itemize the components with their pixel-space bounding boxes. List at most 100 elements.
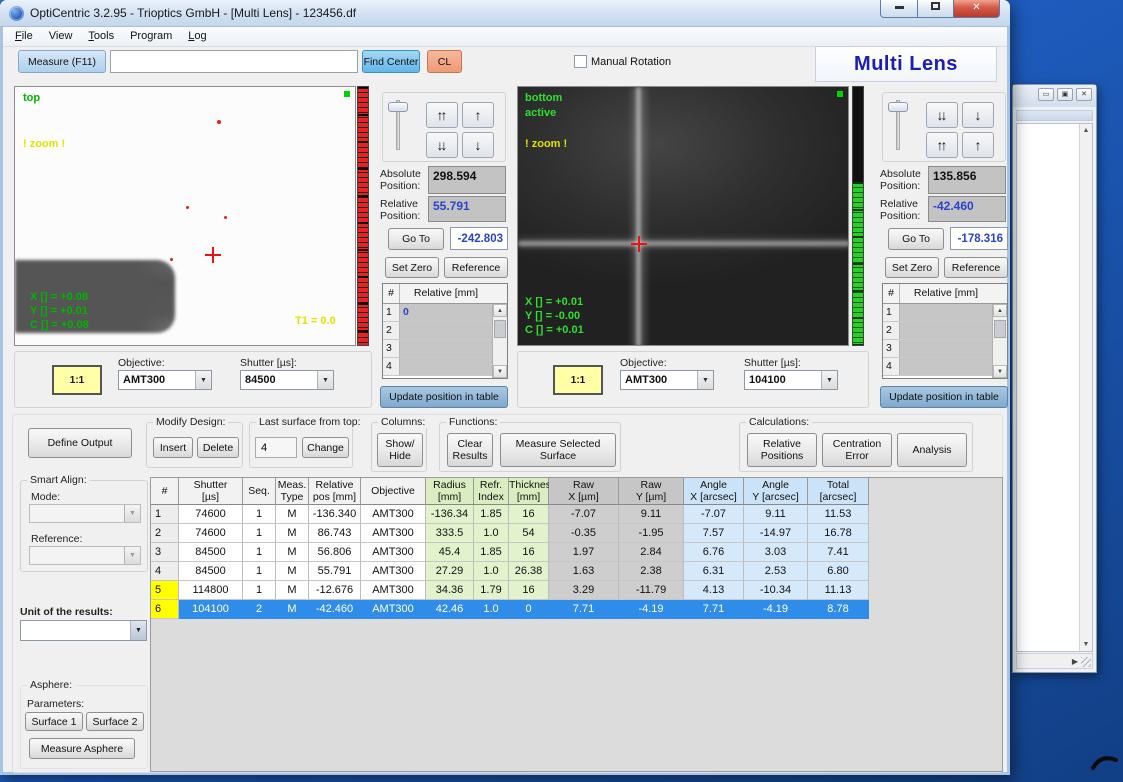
table-cell[interactable]: 2.53 — [744, 562, 808, 581]
table-cell[interactable]: 5 — [151, 581, 179, 600]
surface2-button[interactable]: Surface 2 — [86, 712, 144, 731]
table-cell[interactable]: 86.743 — [309, 524, 361, 543]
set-zero-button-left[interactable]: Set Zero — [385, 257, 439, 278]
table-cell[interactable]: 45.4 — [426, 543, 474, 562]
close-button[interactable]: ✕ — [954, 0, 1000, 18]
table-cell[interactable]: M — [276, 581, 309, 600]
table-cell[interactable]: 1.63 — [549, 562, 619, 581]
jog-up-button[interactable]: ↑ — [962, 132, 994, 158]
table-cell[interactable]: -4.19 — [744, 600, 808, 619]
table-cell[interactable]: 1.0 — [474, 562, 509, 581]
close-icon[interactable]: ✕ — [1076, 88, 1092, 101]
table-cell[interactable]: -136.34 — [426, 505, 474, 524]
table-cell[interactable]: 104100 — [179, 600, 243, 619]
relative-positions-button[interactable]: Relative Positions — [747, 433, 817, 467]
table-cell[interactable]: 16 — [509, 581, 549, 600]
measure-button[interactable]: Measure (F11) — [18, 50, 106, 73]
table-row[interactable]: 2746001M86.743AMT300333.51.054-0.35-1.95… — [151, 524, 869, 543]
table-cell[interactable]: 333.5 — [426, 524, 474, 543]
maximize-button[interactable] — [918, 0, 954, 18]
jog-down-fast-button[interactable]: ↓↓ — [926, 102, 958, 128]
goto-button-right[interactable]: Go To — [888, 228, 944, 250]
table-cell[interactable]: -1.95 — [619, 524, 684, 543]
jog-up-fast-button[interactable]: ↑↑ — [426, 102, 458, 128]
objective-select-right[interactable]: AMT300▼ — [620, 370, 714, 390]
relative-row[interactable]: 3 — [883, 340, 992, 358]
shutter-select-right[interactable]: 104100▼ — [744, 370, 838, 390]
table-cell[interactable]: 74600 — [179, 524, 243, 543]
table-cell[interactable]: 1.85 — [474, 505, 509, 524]
camera-view-bottom[interactable]: bottom active ! zoom ! X [] = +0.01 Y []… — [517, 86, 849, 346]
table-row[interactable]: 3845001M56.806AMT30045.41.85161.972.846.… — [151, 543, 869, 562]
relative-row[interactable]: 10 — [383, 304, 492, 322]
table-cell[interactable]: 27.29 — [426, 562, 474, 581]
table-cell[interactable]: -12.676 — [309, 581, 361, 600]
insert-button[interactable]: Insert — [153, 437, 193, 458]
table-cell[interactable]: -7.07 — [684, 505, 744, 524]
scroll-thumb[interactable] — [494, 320, 506, 338]
relative-row[interactable]: 4 — [883, 358, 992, 376]
measure-input[interactable] — [110, 50, 358, 73]
table-cell[interactable]: 1.85 — [474, 543, 509, 562]
table-cell[interactable]: 1 — [243, 524, 276, 543]
table-cell[interactable]: 11.13 — [808, 581, 869, 600]
table-cell[interactable]: 1 — [151, 505, 179, 524]
table-cell[interactable]: 1.0 — [474, 600, 509, 619]
relative-row[interactable]: 1 — [883, 304, 992, 322]
change-button[interactable]: Change — [302, 437, 349, 458]
scroll-thumb[interactable] — [994, 320, 1006, 338]
table-row[interactable]: 51148001M-12.676AMT30034.361.79163.29-11… — [151, 581, 869, 600]
relative-row[interactable]: 2 — [883, 322, 992, 340]
table-cell[interactable]: -42.460 — [309, 600, 361, 619]
table-cell[interactable]: -0.35 — [549, 524, 619, 543]
table-cell[interactable]: 3 — [151, 543, 179, 562]
table-cell[interactable]: 3.29 — [549, 581, 619, 600]
table-cell[interactable]: 1.79 — [474, 581, 509, 600]
table-cell[interactable]: 16.78 — [808, 524, 869, 543]
scroll-down-icon[interactable]: ▼ — [493, 365, 507, 378]
mode-select[interactable]: ▼ — [29, 504, 141, 523]
table-row[interactable]: 1746001M-136.340AMT300-136.341.8516-7.07… — [151, 505, 869, 524]
table-cell[interactable]: AMT300 — [361, 562, 426, 581]
jog-down-button[interactable]: ↓ — [962, 102, 994, 128]
table-cell[interactable]: M — [276, 543, 309, 562]
table-cell[interactable]: 6.80 — [808, 562, 869, 581]
table-cell[interactable]: 1 — [243, 505, 276, 524]
mini-scrollbar[interactable]: ▲ ▼ — [492, 304, 507, 378]
table-cell[interactable]: AMT300 — [361, 581, 426, 600]
reference-button-right[interactable]: Reference — [944, 257, 1008, 278]
table-cell[interactable]: 7.71 — [684, 600, 744, 619]
measure-asphere-button[interactable]: Measure Asphere — [29, 738, 135, 759]
mini-scrollbar[interactable]: ▲ ▼ — [992, 304, 1007, 378]
table-row[interactable]: 61041002M-42.460AMT30042.461.007.71-4.19… — [151, 600, 869, 619]
clear-results-button[interactable]: Clear Results — [447, 433, 493, 467]
table-cell[interactable]: 6.76 — [684, 543, 744, 562]
goto-input-left[interactable] — [450, 227, 508, 250]
titlebar[interactable]: OptiCentric 3.2.95 - Trioptics GmbH - [M… — [0, 0, 1010, 27]
analysis-button[interactable]: Analysis — [897, 433, 967, 467]
table-cell[interactable]: M — [276, 505, 309, 524]
table-cell[interactable]: 1 — [243, 562, 276, 581]
goto-input-right[interactable] — [950, 227, 1008, 250]
minimize-icon[interactable]: ▭ — [1038, 88, 1054, 101]
table-cell[interactable]: 8.78 — [808, 600, 869, 619]
table-cell[interactable]: 9.11 — [619, 505, 684, 524]
objective-select-left[interactable]: AMT300▼ — [118, 370, 212, 390]
table-cell[interactable]: 1 — [243, 543, 276, 562]
table-cell[interactable]: AMT300 — [361, 543, 426, 562]
relative-row[interactable]: 2 — [383, 322, 492, 340]
table-cell[interactable]: 2 — [151, 524, 179, 543]
table-cell[interactable]: 11.53 — [808, 505, 869, 524]
table-cell[interactable]: 34.36 — [426, 581, 474, 600]
table-cell[interactable]: 7.57 — [684, 524, 744, 543]
menu-tools[interactable]: Tools — [80, 27, 122, 45]
table-cell[interactable]: 16 — [509, 505, 549, 524]
goto-button-left[interactable]: Go To — [388, 228, 444, 250]
table-cell[interactable]: 1 — [243, 581, 276, 600]
background-window-scrollbar[interactable]: ▲ ▼ — [1079, 124, 1092, 651]
table-cell[interactable]: M — [276, 562, 309, 581]
relative-row[interactable]: 4 — [383, 358, 492, 376]
table-cell[interactable]: 54 — [509, 524, 549, 543]
menu-program[interactable]: Program — [122, 27, 180, 45]
unit-select[interactable]: ▼ — [20, 620, 147, 641]
